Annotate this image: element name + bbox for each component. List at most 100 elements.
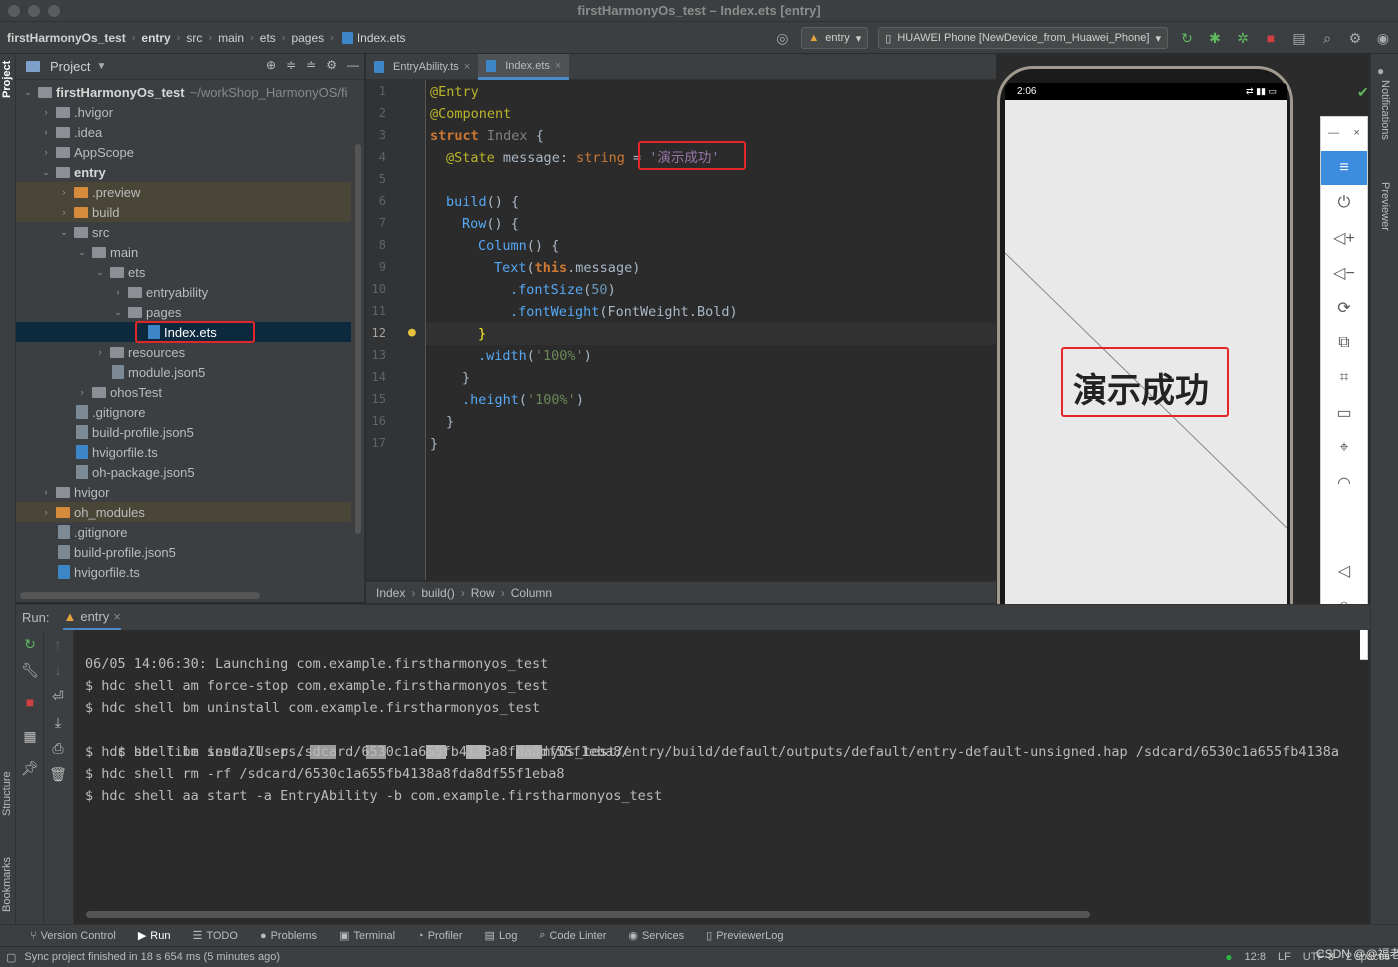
rerun-icon[interactable]: ↻ [1178,29,1196,47]
breadcrumb-ets[interactable]: ets [260,31,276,45]
pin-icon[interactable]: 📌︎ [16,760,44,777]
chevron-right-icon[interactable]: › [40,127,52,137]
crumb-build[interactable]: build() [421,586,454,600]
tool-previewerlog[interactable]: ▯ PreviewerLog [706,929,783,943]
tab-entryability-ts[interactable]: EntryAbility.ts × [366,54,478,80]
project-structure-icon[interactable]: ▤ [1290,29,1308,47]
tool-version-control[interactable]: ⑂ Version Control [30,930,116,942]
arrow-down-icon[interactable]: ↓ [44,662,72,678]
tree-item-entry[interactable]: ⌄ entry [16,162,351,182]
volume-up-icon[interactable]: ◁+ [1321,221,1367,255]
module-select[interactable]: ▲ entry ▾ [801,27,869,49]
tree-item-build-profile-root[interactable]: build-profile.json5 [16,542,351,562]
chevron-right-icon[interactable]: › [112,287,124,297]
soft-wrap-icon[interactable]: ⏎ [44,688,72,705]
project-view-select[interactable]: Project [50,59,90,74]
tree-item-gitignore-root[interactable]: .gitignore [16,522,351,542]
tool-run[interactable]: ▶ Run [138,929,171,943]
rerun-icon[interactable]: ↻ [16,636,44,653]
target-icon[interactable]: ◎ [773,29,791,47]
account-icon[interactable]: ◉ [1374,29,1392,47]
locate-icon[interactable]: ⊕ [266,58,276,72]
breadcrumb-src[interactable]: src [186,31,202,45]
tree-root[interactable]: ⌄ firstHarmonyOs_test ~/workShop_Harmony… [16,82,351,102]
close-window-button[interactable] [8,5,20,17]
scroll-to-end-icon[interactable]: ⤓ [44,714,72,731]
wifi-icon[interactable]: ◠ [1321,466,1367,500]
tool-profiler[interactable]: ◔ Profiler [417,930,463,942]
print-icon[interactable]: ⎙ [44,740,72,757]
project-tool-tab[interactable]: Project [1,61,13,98]
attach-debugger-icon[interactable]: ✲ [1234,29,1252,47]
chevron-down-icon[interactable]: ⌄ [40,167,52,178]
bookmarks-tool-tab[interactable]: Bookmarks [1,857,13,912]
rotate-icon[interactable]: ⟳ [1321,291,1367,325]
tool-code-linter[interactable]: ⌕ Code Linter [539,929,606,942]
tree-item-src[interactable]: ⌄ src [16,222,351,242]
crumb-index[interactable]: Index [376,586,405,600]
tree-item-hvigorfile[interactable]: hvigorfile.ts [16,442,351,462]
line-number-gutter[interactable]: 1 2 3 4 5 6 7 8 9 10 11 12 13 14 15 16 1… [366,80,426,580]
tree-item-build-profile[interactable]: build-profile.json5 [16,422,351,442]
status-message[interactable]: Sync project finished in 18 s 654 ms (5 … [24,951,280,963]
tool-log[interactable]: ▤ Log [485,929,518,943]
zoom-window-button[interactable] [48,5,60,17]
tree-item-preview[interactable]: › .preview [16,182,351,202]
tool-terminal[interactable]: ▣ Terminal [339,929,395,943]
breadcrumb-index-ets[interactable]: Index.ets [357,31,406,45]
breadcrumb-entry[interactable]: entry [141,31,170,45]
search-icon[interactable]: ⌕ [1318,29,1336,47]
arrow-up-icon[interactable]: ↑ [44,636,72,652]
stop-icon[interactable]: ■ [16,694,44,710]
chevron-down-icon[interactable]: ⌄ [94,267,106,278]
volume-down-icon[interactable]: ◁− [1321,256,1367,290]
tab-index-ets[interactable]: Index.ets × [478,54,570,80]
crumb-column[interactable]: Column [511,586,552,600]
tree-item-idea[interactable]: › .idea [16,122,351,142]
gear-icon[interactable]: ⚙ [326,58,337,72]
tree-item-hvigor[interactable]: › hvigor [16,482,351,502]
location-icon[interactable]: ⌖ [1321,431,1367,465]
chevron-right-icon[interactable]: › [40,107,52,117]
bell-icon[interactable]: ● [1377,64,1384,78]
horizontal-scrollbar[interactable] [20,592,260,599]
tree-item-pages[interactable]: ⌄ pages [16,302,351,322]
tree-item-build[interactable]: › build [16,202,351,222]
chevron-right-icon[interactable]: › [40,147,52,157]
vertical-scrollbar[interactable] [355,144,361,534]
power-icon[interactable]: ⏻ [1321,186,1367,220]
chevron-right-icon[interactable]: › [58,187,70,197]
console-horizontal-scrollbar[interactable] [86,911,1090,918]
structure-tool-tab[interactable]: Structure [1,771,13,816]
panel-toggle-icon[interactable]: ▢ [6,951,16,964]
tree-item-appscope[interactable]: › AppScope [16,142,351,162]
notifications-tool-tab[interactable]: Notifications [1379,80,1391,140]
previewer-tool-tab[interactable]: Previewer [1379,182,1391,231]
tree-item-ohostest[interactable]: › ohosTest [16,382,351,402]
chevron-right-icon[interactable]: › [76,387,88,397]
caret-position[interactable]: 12:8 [1245,951,1266,963]
chevron-down-icon[interactable]: ⌄ [58,227,70,238]
tree-item-entryability[interactable]: › entryability [16,282,351,302]
tree-item-hvigorfile-root[interactable]: hvigorfile.ts [16,562,351,582]
chevron-right-icon[interactable]: › [58,207,70,217]
chevron-down-icon[interactable]: ⌄ [112,307,124,318]
run-console[interactable]: 06/05 14:06:30: Launching com.example.fi… [74,630,1360,924]
breadcrumb-main[interactable]: main [218,31,244,45]
fold-icon[interactable]: ⧉ [1321,326,1367,360]
minimize-icon[interactable]: — [1328,127,1339,139]
run-tab-entry[interactable]: ▲ entry × [63,605,121,631]
tree-item-main[interactable]: ⌄ main [16,242,351,262]
window-controls[interactable] [8,5,60,17]
line-separator[interactable]: LF [1278,951,1291,963]
trash-icon[interactable]: 🗑︎ [44,766,72,783]
crop-icon[interactable]: ⌗ [1321,361,1367,395]
breadcrumb-pages[interactable]: pages [291,31,324,45]
close-icon[interactable]: × [464,61,470,73]
tool-services[interactable]: ◉ Services [628,929,684,943]
minimize-window-button[interactable] [28,5,40,17]
tree-item-oh-package[interactable]: oh-package.json5 [16,462,351,482]
collapse-all-icon[interactable]: ≐ [306,58,316,72]
tree-item-oh-modules[interactable]: › oh_modules [16,502,351,522]
chevron-right-icon[interactable]: › [40,507,52,517]
